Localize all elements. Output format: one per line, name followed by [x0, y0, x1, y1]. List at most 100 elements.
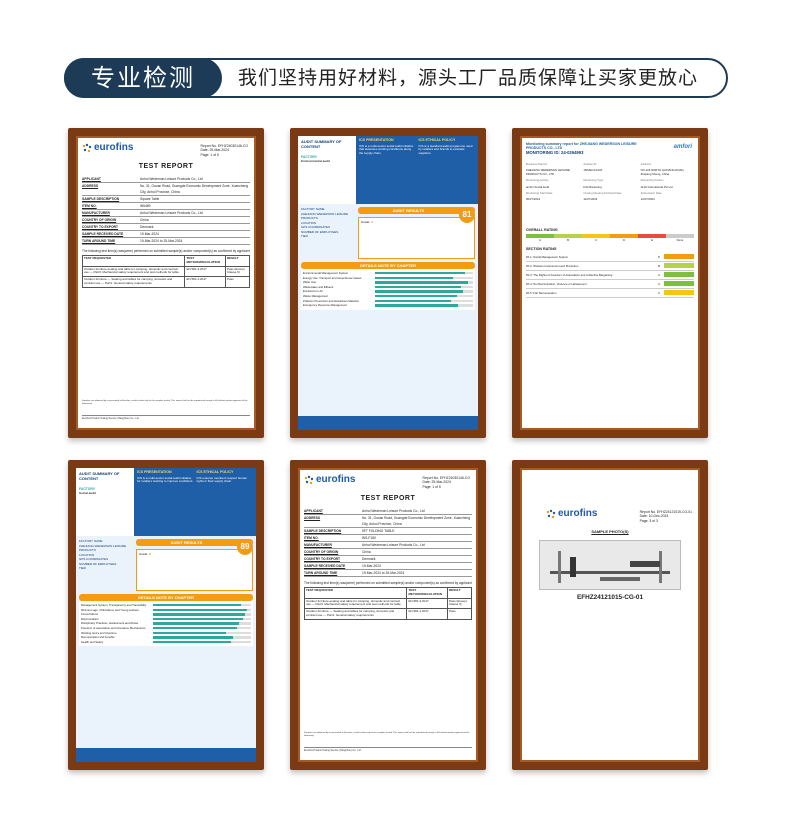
report-footer: Eurofins Product Testing Service (Hangzh…	[82, 415, 250, 420]
chapter-progress	[153, 604, 251, 607]
report-meta: Report No. EFHZ24030146-CG Date: 25-Mar-2…	[200, 144, 249, 157]
test-table: TEST REQUESTED TEST METHOD/REGULATION RESU…	[82, 255, 250, 288]
scale-label: A	[539, 237, 541, 242]
certificate-frame-amfori: Monitoring summary report for ZHEJIANG W…	[512, 128, 708, 438]
section-grade: B	[658, 263, 660, 268]
field-key: APPLICANT	[82, 177, 101, 181]
scale-label: None	[676, 237, 684, 242]
field-value: Anhui Wedernan Leisure Products Co., Ltd	[140, 177, 203, 181]
info-cell: 12/27/2024	[640, 197, 655, 202]
report-note: The following test item(s) was(were) per…	[304, 581, 472, 585]
chapter-progress-fill	[375, 272, 466, 275]
report-footer: Eurofins Product Testing Service (Hangzh…	[304, 747, 472, 752]
chapter-progress-fill	[375, 281, 469, 284]
section-grade-swatch	[664, 254, 694, 260]
folding-table-photo-icon	[550, 551, 670, 583]
field-row: ITEM NO. WS-F180	[304, 535, 472, 542]
field-value: 19-Mar-2024 to 25-Mar-2024	[362, 571, 405, 575]
section-row: PA 2: Workers Involvement and Protection…	[526, 262, 694, 271]
overall-rating-title: OVERALL RATING	[526, 227, 558, 232]
field-row: SAMPLE DESCRIPTION 5FT FOLDING TABLE	[304, 528, 472, 535]
field-key: COUNTRY TO EXPORT	[82, 225, 119, 229]
section-grade-swatch	[664, 263, 694, 269]
field-row: COUNTRY OF ORIGIN China	[304, 549, 472, 556]
rating-scale-labels: A B C D E None	[526, 238, 694, 243]
info-cell: Address	[640, 162, 651, 166]
field-value: No. 31, Guzan Road, Guangde Economic Dev…	[140, 184, 249, 194]
table-header: TEST METHOD/REGULATION	[406, 587, 448, 599]
field-key: SAMPLE RECEIVED DATE	[82, 232, 124, 236]
scale-label: E	[651, 237, 653, 242]
chapter-progress-fill	[375, 295, 458, 298]
field-value: Denmark	[140, 225, 154, 229]
field-key: MANUFACTURER	[82, 211, 110, 215]
certificate-frame-eurofins-1: eurofins Report No. EFHZ24030146-CG Date:…	[68, 128, 264, 438]
section-row: PA 5: Fair Remuneration C	[526, 289, 694, 298]
section-name: PA 1: Social Management System	[526, 254, 569, 259]
bsci-footer	[298, 416, 478, 430]
score-badge: 81	[459, 207, 475, 223]
slogan: 我们坚持用好材料，源头工厂品质保障让买家更放心	[238, 67, 699, 89]
field-value: China	[140, 218, 149, 222]
table-row: Outdoor furniture — Seating and tables f…	[304, 608, 472, 620]
field-value: Anhui Wedernan Leisure Products Co., Ltd	[362, 543, 425, 547]
field-row: COUNTRY TO EXPORT Denmark	[304, 556, 472, 563]
info-cell: amfori Social Audit	[526, 184, 550, 189]
chapter-progress-fill	[153, 617, 244, 621]
table-header: RESULT	[446, 587, 472, 599]
chapter-progress	[375, 295, 473, 298]
field-key: MANUFACTURER	[304, 543, 332, 547]
factory-detail: TIER	[79, 566, 86, 570]
field-key: TURN AROUND TIME	[82, 239, 116, 243]
field-row: SAMPLE RECEIVED DATE 19-Mar-2024	[82, 231, 250, 238]
section-grade: D	[657, 254, 661, 259]
chapters-title: DETAILS NOTE BY CHAPTER	[301, 262, 475, 269]
table-cell: Pass (Except Clause 6)	[224, 265, 250, 278]
eurofins-dots-icon	[546, 509, 556, 519]
field-row: TURN AROUND TIME 19-Mar-2024 to 25-Mar-20…	[82, 238, 250, 245]
chapter-progress	[153, 608, 251, 612]
info-cell: Monitoring Start Date	[526, 191, 553, 196]
section-grade: A	[658, 281, 660, 286]
info-cell: NO.103 NORTH QUXIANG ROAD, Zhejiang Shen…	[640, 168, 685, 176]
table-row: Outdoor furniture-seating and table for …	[82, 265, 250, 278]
scale-label: C	[594, 237, 598, 242]
field-row: SAMPLE RECEIVED DATE 19-Mar-2024	[304, 563, 472, 570]
field-row: APPLICANT Anhui Wedernan Leisure Products…	[304, 508, 472, 515]
section-rating-list: PA 1: Social Management System D PA 2: Wor…	[526, 253, 694, 298]
table-cell: Pass	[446, 608, 472, 620]
field-row: ADDRESS No. 31, Guzan Road, Guangde Econo…	[304, 515, 472, 528]
sample-photo-caption: EFHZ24121015-CG-01	[576, 594, 644, 601]
field-key: COUNTRY OF ORIGIN	[82, 218, 117, 222]
table-header: TEST REQUESTED	[304, 587, 408, 599]
field-value: W5489	[140, 204, 151, 208]
score-badge: 89	[237, 539, 253, 555]
chapter-progress-fill	[375, 304, 459, 307]
section-name: PA 5: Fair Remuneration	[526, 290, 557, 295]
field-value: Square Table	[140, 197, 160, 201]
monitoring-id: MONITORING ID: 24-0264993	[526, 150, 584, 155]
field-row: ADDRESS No. 31, Guzan Road, Guangde Econo…	[82, 183, 250, 196]
chapter-progress-fill	[153, 631, 226, 635]
amfori-monitoring-report: Monitoring summary report for ZHEJIANG W…	[526, 142, 694, 424]
table-row: Outdoor furniture-seating and table for …	[304, 597, 472, 610]
bsci-audit-summary-1: AUDIT SUMMARY OF CONTENT FACTORY Environ…	[298, 136, 478, 430]
field-key: ITEM NO.	[82, 204, 97, 208]
eurofins-dots-icon	[304, 475, 314, 485]
info-cell: ZHEJIANG WEDERSON LEISURE PRODUCTS CO., …	[526, 168, 570, 176]
chapter-progress	[375, 272, 473, 275]
field-row: MANUFACTURER Anhui Wedernan Leisure Produ…	[82, 210, 250, 217]
chapter-progress-fill	[375, 299, 452, 303]
eurofins-test-report-1: eurofins Report No. EFHZ24030146-CG Date:…	[82, 142, 250, 424]
scale-label: D	[622, 237, 626, 242]
field-value: WS-F180	[362, 536, 376, 540]
report-fields: APPLICANT Anhui Wedernan Leisure Products…	[82, 176, 250, 245]
eurofins-test-report-2: eurofins Report No. EFHZ24030146-CG Date:…	[304, 474, 472, 756]
results-box: Grade: C	[358, 217, 475, 259]
chapter-list: Environmental Management System Energy Us…	[301, 269, 475, 310]
chapter-progress	[153, 613, 251, 616]
section-name: PA 4: No Discrimination, Violence or Har…	[526, 281, 587, 286]
table-cell: Outdoor furniture-seating and table for …	[304, 597, 408, 610]
chapter-progress	[375, 276, 473, 280]
field-key: ITEM NO.	[304, 536, 319, 540]
